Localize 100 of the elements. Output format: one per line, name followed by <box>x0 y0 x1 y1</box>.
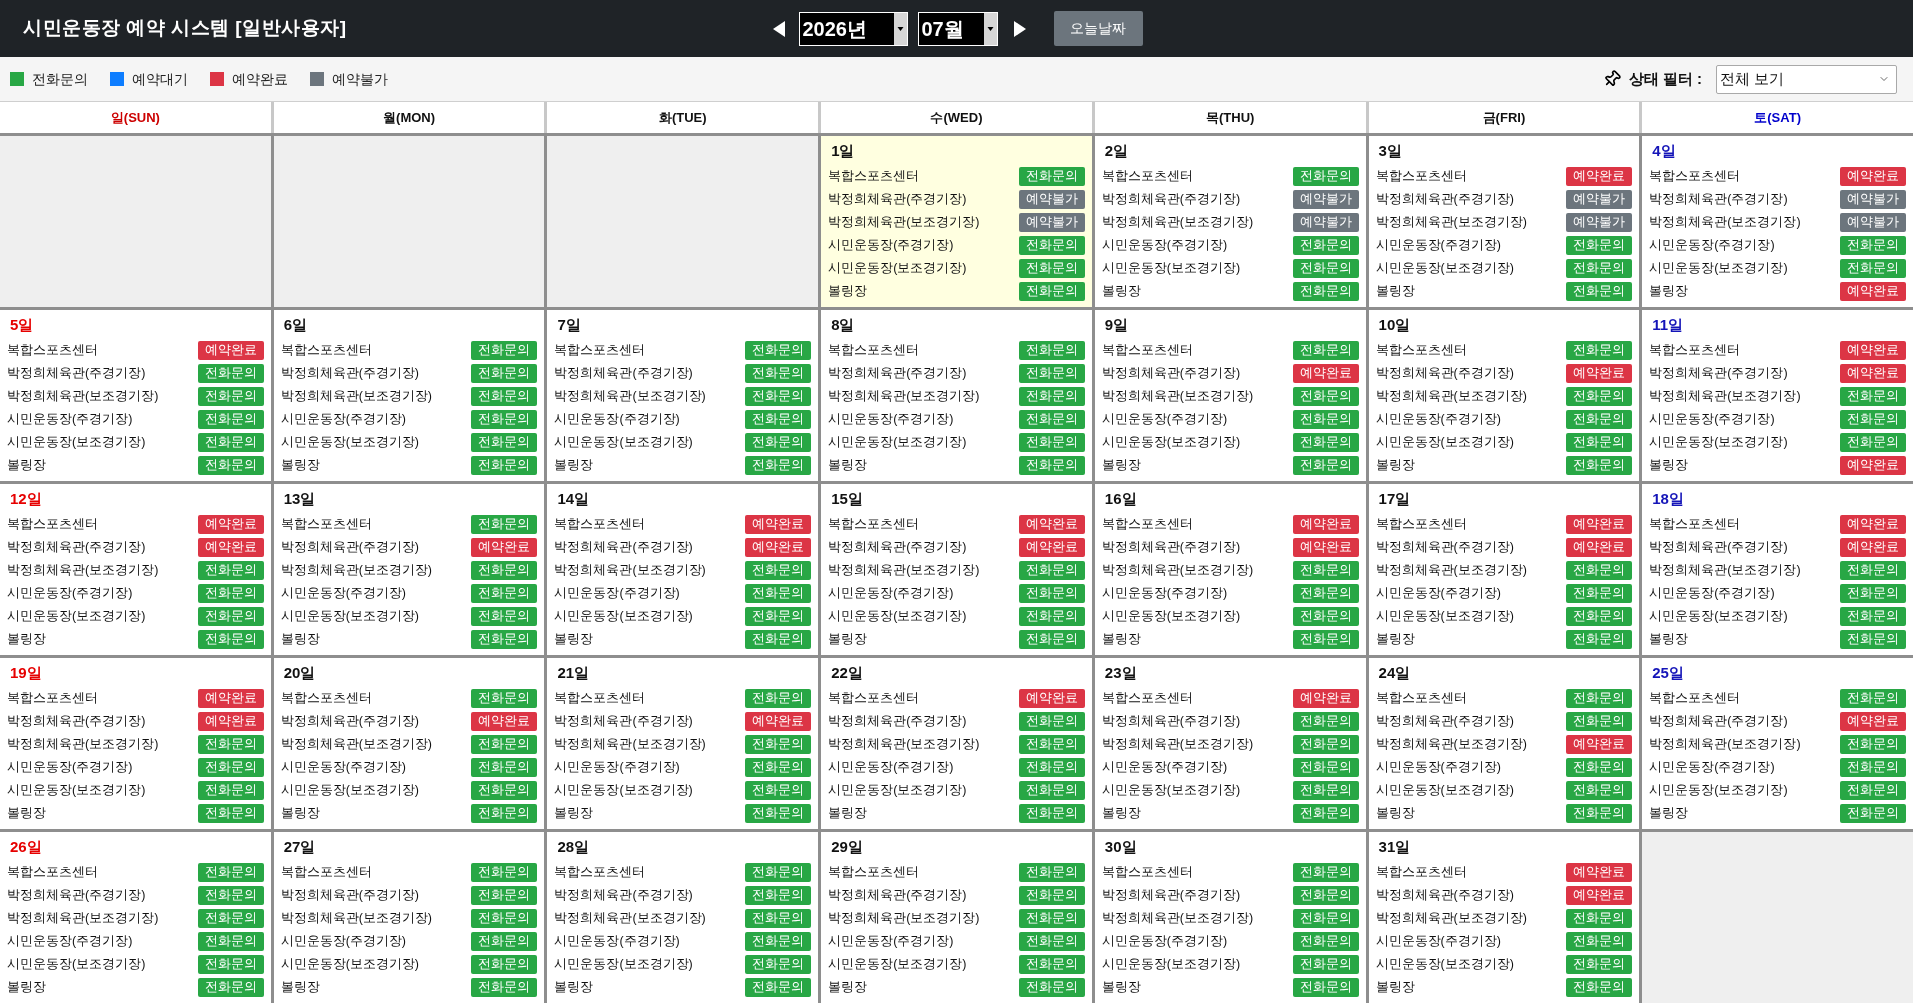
facility-name: 박정희체육관(주경기장) <box>280 713 420 731</box>
status-badge: 전화문의 <box>1566 561 1633 580</box>
day-number: 29일 <box>830 837 863 857</box>
status-badge: 예약불가 <box>1292 213 1359 232</box>
dropdown-caret-icon <box>893 12 907 45</box>
day-number: 5일 <box>9 315 34 335</box>
facility-name: 박정희체육관(보조경기장) <box>828 562 980 580</box>
facility-name: 시민운동장(보조경기장) <box>828 260 967 278</box>
facility-name: 시민운동장(주경기장) <box>1101 585 1228 603</box>
status-badge: 전화문의 <box>1566 955 1633 974</box>
status-badge: 전화문의 <box>1292 932 1359 951</box>
status-badge: 전화문의 <box>1292 456 1359 475</box>
status-badge: 전화문의 <box>1018 978 1085 997</box>
today-button[interactable]: 오늘날짜 <box>1053 11 1143 46</box>
year-select[interactable]: 2026년 <box>798 11 908 46</box>
facility-name: 시민운동장(보조경기장) <box>1375 260 1514 278</box>
facility-name: 박정희체육관(주경기장) <box>554 713 693 731</box>
status-badge: 예약불가 <box>1566 213 1633 232</box>
status-badge: 전화문의 <box>1018 584 1085 603</box>
facility-name: 박정희체육관(주경기장) <box>1101 713 1241 731</box>
status-badge: 전화문의 <box>471 909 538 928</box>
facility-name: 박정희체육관(주경기장) <box>554 887 693 905</box>
facility-name: 시민운동장(보조경기장) <box>828 956 967 974</box>
facility-name: 볼링장 <box>1649 283 1689 301</box>
status-badge: 전화문의 <box>1566 236 1633 255</box>
weekday-header: 금(FRI) <box>1368 102 1640 133</box>
status-badge: 전화문의 <box>471 387 538 406</box>
status-badge: 전화문의 <box>1018 364 1085 383</box>
facility-name: 시민운동장(주경기장) <box>554 585 680 603</box>
facility-name: 시민운동장(보조경기장) <box>280 434 420 452</box>
status-badge: 전화문의 <box>1018 433 1085 452</box>
facility-name: 볼링장 <box>1649 805 1689 823</box>
legend-label: 예약불가 <box>332 69 388 89</box>
status-badge: 예약완료 <box>197 538 264 557</box>
status-badge: 전화문의 <box>1018 236 1085 255</box>
day-number: 31일 <box>1377 837 1411 857</box>
facility-name: 복합스포츠센터 <box>7 864 98 882</box>
status-badge: 전화문의 <box>197 781 264 800</box>
status-badge: 전화문의 <box>745 735 812 754</box>
day-number: 17일 <box>1377 489 1411 509</box>
status-badge: 전화문의 <box>471 341 538 360</box>
facility-name: 박정희체육관(주경기장) <box>1101 191 1241 209</box>
facility-name: 박정희체육관(보조경기장) <box>1649 214 1801 232</box>
facility-name: 박정희체육관(보조경기장) <box>554 562 706 580</box>
status-badge: 전화문의 <box>1566 433 1633 452</box>
facility-name: 박정희체육관(주경기장) <box>828 539 967 557</box>
facility-name: 시민운동장(주경기장) <box>1649 585 1775 603</box>
status-badge: 전화문의 <box>1292 712 1359 731</box>
status-badge: 예약완료 <box>1566 167 1633 186</box>
facility-name: 복합스포츠센터 <box>1101 516 1193 534</box>
status-badge: 전화문의 <box>1018 561 1085 580</box>
day-number: 28일 <box>556 837 590 857</box>
weekday-header: 일(SUN) <box>0 102 271 133</box>
facility-name: 박정희체육관(주경기장) <box>280 539 420 557</box>
status-badge: 전화문의 <box>197 584 264 603</box>
status-badge: 전화문의 <box>1840 410 1906 429</box>
status-badge: 전화문의 <box>745 584 812 603</box>
status-badge: 전화문의 <box>1566 978 1633 997</box>
facility-name: 시민운동장(주경기장) <box>554 933 680 951</box>
day-number: 16일 <box>1103 489 1137 509</box>
dropdown-caret-icon <box>983 12 997 45</box>
day-number: 27일 <box>282 837 316 857</box>
status-badge: 전화문의 <box>1566 804 1633 823</box>
status-badge: 예약완료 <box>1840 456 1906 475</box>
facility-name: 볼링장 <box>828 283 868 301</box>
day-number: 2일 <box>1103 141 1129 161</box>
month-select[interactable]: 07월 <box>917 11 998 46</box>
facility-name: 박정희체육관(보조경기장) <box>1101 736 1254 754</box>
status-badge: 예약완료 <box>1840 712 1906 731</box>
status-badge: 전화문의 <box>1840 758 1906 777</box>
day-number: 14일 <box>556 489 590 509</box>
status-filter-select[interactable]: 전체 보기 <box>1716 64 1897 94</box>
facility-name: 볼링장 <box>1375 979 1415 997</box>
status-badge: 전화문의 <box>1292 863 1359 882</box>
facility-name: 시민운동장(주경기장) <box>7 933 133 951</box>
facility-name: 박정희체육관(보조경기장) <box>7 388 159 406</box>
facility-name: 복합스포츠센터 <box>1375 864 1467 882</box>
day-number: 25일 <box>1651 663 1684 683</box>
right-triangle-icon <box>1013 20 1026 37</box>
next-month-button[interactable] <box>1011 18 1028 39</box>
status-badge: 전화문의 <box>471 515 538 534</box>
facility-name: 볼링장 <box>280 805 320 823</box>
facility-name: 박정희체육관(보조경기장) <box>280 562 433 580</box>
day-number: 3일 <box>1377 141 1402 161</box>
status-badge: 전화문의 <box>1018 282 1085 301</box>
status-badge: 전화문의 <box>1018 341 1085 360</box>
legend-label: 예약완료 <box>232 69 288 89</box>
status-badge: 전화문의 <box>197 456 264 475</box>
weekday-header: 목(THU) <box>1094 102 1366 133</box>
facility-name: 볼링장 <box>280 979 320 997</box>
facility-name: 볼링장 <box>1101 457 1141 475</box>
facility-name: 시민운동장(보조경기장) <box>554 608 693 626</box>
status-badge: 전화문의 <box>1566 781 1633 800</box>
status-badge: 예약완료 <box>197 515 264 534</box>
facility-name: 시민운동장(주경기장) <box>1101 933 1228 951</box>
day-number: 20일 <box>282 663 316 683</box>
status-badge: 전화문의 <box>197 433 264 452</box>
status-badge: 예약완료 <box>197 712 264 731</box>
filter-label: 상태 필터 : <box>1628 68 1702 89</box>
status-badge: 전화문의 <box>1840 561 1906 580</box>
